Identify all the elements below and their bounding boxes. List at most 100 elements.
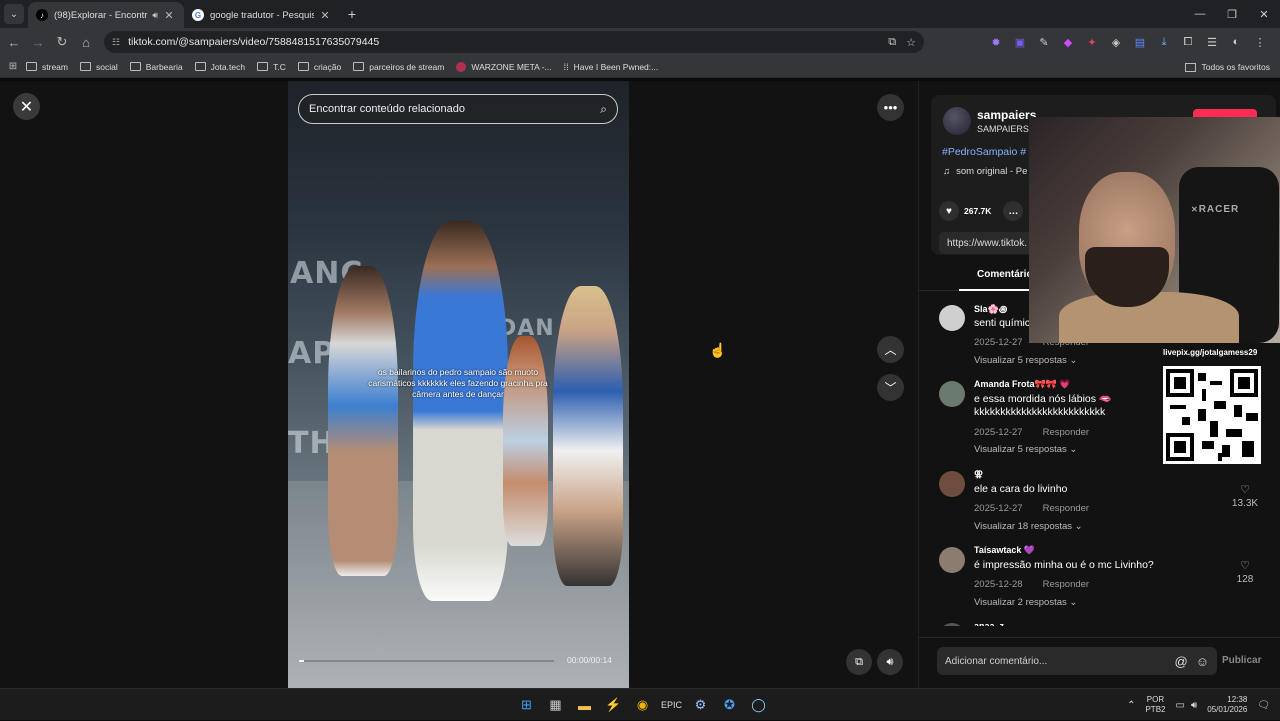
- site-info-icon[interactable]: ☷: [112, 37, 120, 48]
- avatar[interactable]: [943, 107, 971, 135]
- install-app-icon[interactable]: ⧉: [888, 36, 896, 49]
- bookmark-link[interactable]: ⁞⁞ Have I Been Pwned:...: [564, 62, 659, 72]
- home-icon[interactable]: ⌂: [74, 35, 98, 50]
- extension-pink-icon[interactable]: ◆: [1056, 32, 1080, 52]
- tab-google[interactable]: G google tradutor - Pesquisa Goo ✕: [184, 2, 340, 28]
- comment-avatar[interactable]: [939, 623, 965, 626]
- reply-link[interactable]: Responder: [1043, 503, 1089, 514]
- comment-author[interactable]: Taísawtack 💜: [974, 545, 1035, 556]
- comment-avatar[interactable]: [939, 547, 965, 573]
- steam-icon[interactable]: ⚙: [686, 693, 715, 717]
- emoji-icon[interactable]: ☺: [1196, 654, 1209, 669]
- extension-translate-icon[interactable]: ▤: [1128, 32, 1152, 52]
- bookmark-folder[interactable]: T.C: [257, 62, 286, 72]
- extension-red-icon[interactable]: ✦: [1080, 32, 1104, 52]
- floating-player-button[interactable]: ⧉: [846, 649, 872, 675]
- language-indicator[interactable]: POR PTB2: [1145, 695, 1165, 715]
- comment-author[interactable]: anaa_z: [974, 621, 1004, 626]
- windows-start-icon[interactable]: ⊞: [512, 693, 541, 717]
- extension-badge-icon[interactable]: ▣: [1008, 32, 1032, 52]
- speaker-tray-icon[interactable]: 🔊︎: [1191, 700, 1197, 711]
- comment-like[interactable]: ♡ 128: [1225, 559, 1265, 585]
- speaker-icon[interactable]: 🔊︎: [152, 10, 158, 21]
- url-field[interactable]: ☷ tiktok.com/@sampaiers/video/7588481517…: [104, 31, 924, 53]
- reading-list-icon[interactable]: ☰: [1200, 32, 1224, 52]
- comment-input[interactable]: Adicionar comentário... @ ☺: [937, 647, 1217, 675]
- close-video-button[interactable]: ✕: [13, 93, 40, 120]
- close-tab-icon[interactable]: ✕: [162, 9, 176, 22]
- bookmark-folder[interactable]: criação: [297, 62, 341, 72]
- comment-like[interactable]: ♡ 13.3K: [1225, 483, 1265, 509]
- view-replies-link[interactable]: Visualizar 2 respostas ⌄: [974, 597, 1077, 608]
- comment-avatar[interactable]: [939, 381, 965, 407]
- tray-chevron-up-icon[interactable]: ⌃: [1127, 700, 1135, 711]
- bookmark-folder[interactable]: stream: [26, 62, 68, 72]
- bookmark-folder[interactable]: Barbearia: [129, 62, 183, 72]
- publish-button[interactable]: Publicar: [1222, 655, 1261, 666]
- username[interactable]: sampaiers: [977, 108, 1036, 122]
- new-tab-button[interactable]: +: [340, 6, 364, 22]
- view-replies-link[interactable]: Visualizar 5 respostas ⌄: [974, 355, 1077, 366]
- chrome-icon[interactable]: ◉: [628, 693, 657, 717]
- more-options-button[interactable]: •••: [877, 94, 904, 121]
- battle-net-icon[interactable]: ✪: [715, 693, 744, 717]
- engagement-stats: ♥ 267.7K …: [939, 201, 1028, 221]
- hashtags[interactable]: #PedroSampaio #: [942, 146, 1026, 158]
- apps-grid-icon[interactable]: ⊞: [0, 61, 26, 72]
- previous-video-button[interactable]: ︿: [877, 336, 904, 363]
- comment-author[interactable]: Amanda Frota🎀🎀 💗: [974, 379, 1071, 390]
- file-explorer-icon[interactable]: ▬: [570, 693, 599, 717]
- tab-search-icon[interactable]: ⌄: [4, 4, 24, 24]
- sound-link[interactable]: ♫ som original - Pe: [943, 166, 1027, 177]
- reply-link[interactable]: Responder: [1043, 427, 1089, 438]
- comment-avatar[interactable]: [939, 471, 965, 497]
- extension-diamond-icon[interactable]: ◈: [1104, 32, 1128, 52]
- menu-dots-icon[interactable]: ⋮: [1248, 32, 1272, 52]
- search-icon[interactable]: ⌕: [600, 102, 607, 117]
- bookmark-link[interactable]: WARZONE META -...: [456, 61, 552, 72]
- comment-avatar[interactable]: [939, 305, 965, 331]
- comment-author[interactable]: ⚢: [974, 469, 983, 480]
- video-player[interactable]: ANC AP THI DAN Encontrar conteúdo relaci…: [288, 81, 629, 688]
- view-replies-link[interactable]: Visualizar 18 respostas ⌄: [974, 521, 1083, 532]
- all-favorites[interactable]: Todos os favoritos: [1185, 56, 1270, 78]
- back-icon[interactable]: ←: [2, 35, 26, 50]
- notifications-icon[interactable]: 🗨︎: [1257, 700, 1270, 711]
- reply-link[interactable]: Responder: [1043, 579, 1089, 590]
- next-video-button[interactable]: ﹀: [877, 374, 904, 401]
- app-red-icon[interactable]: ⚡: [599, 693, 628, 717]
- minimize-icon[interactable]: —: [1184, 0, 1216, 28]
- reload-icon[interactable]: ↻: [50, 34, 74, 50]
- restore-icon[interactable]: ❐: [1216, 0, 1248, 28]
- mention-icon[interactable]: @: [1175, 654, 1188, 669]
- forward-icon[interactable]: →: [26, 35, 50, 50]
- like-heart-icon[interactable]: ♥: [939, 201, 959, 221]
- related-search-input[interactable]: Encontrar conteúdo relacionado ⌕: [298, 94, 618, 124]
- network-icon[interactable]: ▭: [1175, 700, 1184, 711]
- close-tab-icon[interactable]: ✕: [318, 9, 332, 22]
- video-progress-bar[interactable]: [299, 660, 554, 662]
- tab-tiktok[interactable]: ♪ (98)Explorar - Encontre seu 🔊︎ ✕: [28, 2, 184, 28]
- task-view-icon[interactable]: ▦: [541, 693, 570, 717]
- comment-meta: 2025-12-27Responder: [974, 503, 1090, 514]
- extensions-puzzle-icon[interactable]: ⧠: [1176, 32, 1200, 52]
- profile-icon[interactable]: ◐: [1224, 32, 1248, 52]
- video-time: 00:00/00:14: [567, 655, 612, 665]
- bookmark-star-icon[interactable]: ☆: [906, 36, 916, 49]
- extension-pen-icon[interactable]: ✎: [1032, 32, 1056, 52]
- comment-text: é impressão minha ou é o mc Livinho?: [974, 559, 1154, 571]
- extension-purple-icon[interactable]: ✹: [984, 32, 1008, 52]
- tab-comments[interactable]: Comentário: [977, 269, 1033, 280]
- close-window-icon[interactable]: ✕: [1248, 0, 1280, 28]
- bookmark-folder[interactable]: Jota.tech: [194, 62, 245, 72]
- comment-author[interactable]: Sla🌸꩜: [974, 303, 1007, 316]
- bookmark-folder[interactable]: social: [79, 62, 118, 72]
- clock[interactable]: 12:38 05/01/2026: [1207, 695, 1247, 715]
- volume-button[interactable]: 🔊︎: [877, 649, 903, 675]
- extension-download-icon[interactable]: ⤓: [1152, 32, 1176, 52]
- comment-bubble-icon[interactable]: …: [1003, 201, 1024, 221]
- epic-games-icon[interactable]: EPIC: [657, 693, 686, 717]
- bookmark-folder[interactable]: parceiros de stream: [353, 62, 444, 72]
- view-replies-link[interactable]: Visualizar 5 respostas ⌄: [974, 444, 1077, 455]
- chat-app-icon[interactable]: ◯: [744, 693, 773, 717]
